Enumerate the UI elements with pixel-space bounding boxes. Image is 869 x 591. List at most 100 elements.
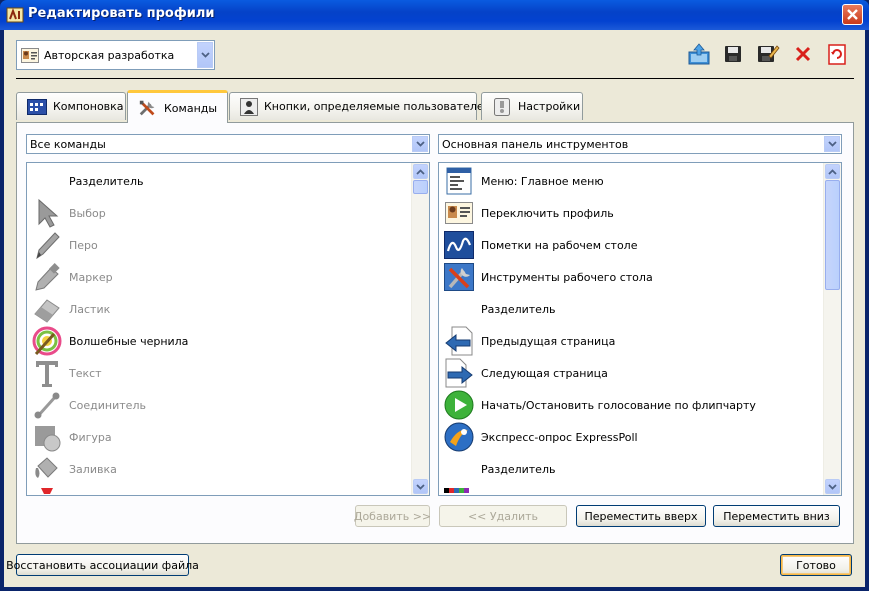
available-commands-rows: Разделитель Выбор Перо Маркер Ластик Вол… bbox=[27, 165, 412, 495]
move-down-button[interactable]: Переместить вниз bbox=[713, 505, 840, 527]
title-bar[interactable]: Редактировать профили bbox=[0, 0, 869, 30]
window-title: Редактировать профили bbox=[28, 6, 215, 21]
desktop-annotate-icon bbox=[444, 230, 474, 260]
separator-item-icon bbox=[444, 454, 474, 484]
export-profile-button[interactable] bbox=[687, 42, 711, 66]
list-item-label: Соединитель bbox=[69, 398, 146, 412]
list-item-label: Разделитель bbox=[481, 462, 556, 476]
list-item[interactable]: Выбор bbox=[27, 197, 412, 229]
list-item[interactable]: Переключить профиль bbox=[439, 197, 824, 229]
play-vote-icon bbox=[444, 390, 474, 420]
list-item[interactable]: Заливка bbox=[27, 453, 412, 485]
list-item-label: Перо bbox=[69, 238, 98, 252]
list-item[interactable]: Разделитель bbox=[439, 293, 824, 325]
scroll-down-button[interactable] bbox=[413, 479, 428, 494]
tab-commands-label: Команды bbox=[164, 101, 218, 115]
toolbar-items-list[interactable]: Меню: Главное меню Переключить профиль П… bbox=[438, 162, 842, 496]
connector-icon bbox=[32, 390, 62, 420]
list-item-label: Инструменты рабочего стола bbox=[481, 270, 653, 284]
list-item[interactable]: Ластик bbox=[27, 293, 412, 325]
list-item[interactable]: Следующая страница bbox=[439, 357, 824, 389]
list-item[interactable]: Разделитель bbox=[439, 453, 824, 485]
list-item[interactable]: Предыдущая страница bbox=[439, 325, 824, 357]
close-icon bbox=[847, 9, 858, 20]
chevron-down-icon bbox=[827, 141, 837, 147]
list-item-partial[interactable] bbox=[439, 485, 824, 495]
color-palette-icon bbox=[444, 486, 474, 495]
user-button-icon bbox=[240, 97, 258, 116]
reset-button[interactable] bbox=[825, 42, 849, 66]
header-separator bbox=[16, 78, 854, 81]
list-item[interactable]: Инструменты рабочего стола bbox=[439, 261, 824, 293]
tab-commands[interactable]: Команды bbox=[127, 90, 228, 123]
next-page-icon bbox=[444, 358, 474, 388]
toolbar-items-scrollbar[interactable] bbox=[823, 163, 841, 495]
list-item-partial[interactable] bbox=[27, 485, 412, 495]
expresspoll-icon bbox=[444, 422, 474, 452]
marker-icon bbox=[32, 262, 62, 292]
tab-settings[interactable]: Настройки bbox=[481, 92, 583, 120]
chevron-down-icon bbox=[415, 141, 425, 147]
magic-ink-icon bbox=[32, 326, 62, 356]
export-profile-icon bbox=[688, 43, 710, 65]
tab-layout-label: Компоновка bbox=[53, 100, 124, 113]
list-item-label: Меню: Главное меню bbox=[481, 174, 604, 188]
add-button[interactable]: Добавить >> bbox=[354, 505, 431, 527]
tab-layout[interactable]: Компоновка bbox=[16, 92, 126, 120]
list-item-label: Ластик bbox=[69, 302, 111, 316]
command-filter-value: Все команды bbox=[30, 138, 106, 151]
edit-profiles-window: Редактировать профили Авторская разработ… bbox=[0, 0, 869, 591]
fill-icon bbox=[32, 454, 62, 484]
tab-settings-label: Настройки bbox=[518, 100, 581, 113]
available-commands-scrollbar[interactable] bbox=[411, 163, 429, 495]
list-item-label: Волшебные чернила bbox=[69, 334, 189, 348]
save-as-button[interactable] bbox=[756, 42, 780, 66]
list-item-label: Выбор bbox=[69, 206, 106, 220]
switch-profile-icon bbox=[444, 198, 474, 228]
scroll-down-button[interactable] bbox=[825, 479, 840, 494]
command-filter-select[interactable]: Все команды bbox=[26, 134, 430, 154]
list-item-label: Следующая страница bbox=[481, 366, 608, 380]
list-item-label: Разделитель bbox=[69, 174, 144, 188]
chevron-down-icon bbox=[828, 483, 837, 490]
list-item[interactable]: Маркер bbox=[27, 261, 412, 293]
tab-user-buttons[interactable]: Кнопки, определяемые пользователем bbox=[229, 92, 492, 120]
list-item-label: Начать/Остановить голосование по флипчар… bbox=[481, 398, 756, 412]
remove-button[interactable]: << Удалить bbox=[439, 505, 567, 527]
delete-profile-button[interactable] bbox=[791, 42, 815, 66]
list-item[interactable]: Перо bbox=[27, 229, 412, 261]
profile-dropdown-button[interactable] bbox=[197, 42, 213, 68]
save-icon bbox=[725, 46, 741, 62]
restore-file-associations-button[interactable]: Восстановить ассоциации файла bbox=[6, 554, 199, 576]
list-item[interactable]: Волшебные чернила bbox=[27, 325, 412, 357]
save-button[interactable] bbox=[721, 42, 745, 66]
scroll-up-button[interactable] bbox=[413, 164, 428, 179]
app-icon bbox=[6, 7, 24, 23]
scroll-thumb[interactable] bbox=[413, 180, 428, 194]
profile-select[interactable]: Авторская разработка bbox=[16, 40, 215, 70]
list-item[interactable]: Меню: Главное меню bbox=[439, 165, 824, 197]
list-item[interactable]: Фигура bbox=[27, 421, 412, 453]
list-item-label: Предыдущая страница bbox=[481, 334, 616, 348]
available-commands-list[interactable]: Разделитель Выбор Перо Маркер Ластик Вол… bbox=[26, 162, 430, 496]
list-item[interactable]: Текст bbox=[27, 357, 412, 389]
command-filter-dropdown-button[interactable] bbox=[412, 136, 428, 152]
toolbar-target-dropdown-button[interactable] bbox=[824, 136, 840, 152]
main-menu-icon bbox=[444, 166, 474, 196]
previous-page-icon bbox=[444, 326, 474, 356]
list-item[interactable]: Начать/Остановить голосование по флипчар… bbox=[439, 389, 824, 421]
done-button[interactable]: Готово bbox=[780, 554, 852, 576]
list-item[interactable]: Соединитель bbox=[27, 389, 412, 421]
scroll-up-button[interactable] bbox=[825, 164, 840, 179]
list-item[interactable]: Разделитель bbox=[27, 165, 412, 197]
toolbar-target-select[interactable]: Основная панель инструментов bbox=[438, 134, 842, 154]
list-item-label: Пометки на рабочем столе bbox=[481, 238, 638, 252]
window-close-button[interactable] bbox=[842, 4, 863, 25]
list-item[interactable]: Пометки на рабочем столе bbox=[439, 229, 824, 261]
move-up-button[interactable]: Переместить вверх bbox=[576, 505, 706, 527]
scroll-thumb[interactable] bbox=[825, 180, 840, 290]
desktop-tools-icon bbox=[444, 262, 474, 292]
list-item[interactable]: Экспресс-опрос ExpressPoll bbox=[439, 421, 824, 453]
list-item-label: Маркер bbox=[69, 270, 113, 284]
commands-panel: Все команды Основная панель инструментов… bbox=[16, 122, 854, 544]
